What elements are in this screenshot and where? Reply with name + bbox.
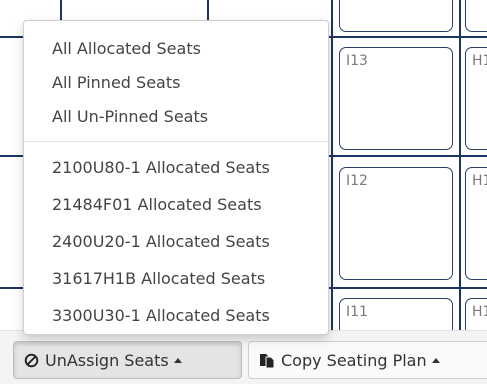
menu-divider xyxy=(24,141,328,142)
seat-cell[interactable]: H1 xyxy=(465,47,487,150)
menu-item-all-pinned[interactable]: All Pinned Seats xyxy=(24,66,328,100)
menu-item-all-unpinned[interactable]: All Un-Pinned Seats xyxy=(24,100,328,134)
menu-item-group-allocated[interactable]: 21484F01 Allocated Seats xyxy=(24,186,328,223)
menu-item-group-allocated[interactable]: 3300U30-1 Allocated Seats xyxy=(24,297,328,334)
seat-label: I12 xyxy=(346,173,368,189)
menu-item-all-allocated[interactable]: All Allocated Seats xyxy=(24,32,328,66)
grid-line xyxy=(331,0,333,330)
seat-label: H1 xyxy=(472,304,487,320)
copy-files-icon xyxy=(259,353,275,368)
caret-up-icon xyxy=(173,357,182,363)
unassign-seats-button[interactable]: UnAssign Seats xyxy=(13,341,242,379)
seat-cell[interactable]: H1 xyxy=(465,167,487,280)
seat-cell[interactable] xyxy=(339,0,453,32)
unassign-dropdown-menu: All Allocated Seats All Pinned Seats All… xyxy=(23,20,329,335)
copy-seating-plan-label: Copy Seating Plan xyxy=(281,350,427,370)
grid-line xyxy=(459,0,461,330)
menu-item-group-allocated[interactable]: 2100U80-1 Allocated Seats xyxy=(24,149,328,186)
unassign-seats-label: UnAssign Seats xyxy=(45,350,169,370)
seat-label: I11 xyxy=(346,304,368,320)
menu-item-group-allocated[interactable]: 2400U20-1 Allocated Seats xyxy=(24,223,328,260)
caret-up-icon xyxy=(431,357,440,363)
menu-item-group-allocated[interactable]: 31617H1B Allocated Seats xyxy=(24,260,328,297)
ban-icon xyxy=(24,353,39,368)
seat-label: H1 xyxy=(472,173,487,189)
seat-cell[interactable]: I12 xyxy=(339,167,453,280)
copy-seating-plan-button[interactable]: Copy Seating Plan xyxy=(248,341,487,379)
seat-label: H1 xyxy=(472,53,487,69)
seat-cell[interactable] xyxy=(465,0,487,32)
bottom-toolbar: UnAssign Seats Copy Seating Plan xyxy=(0,330,487,384)
seat-cell[interactable]: I13 xyxy=(339,47,453,150)
seat-label: I13 xyxy=(346,53,368,69)
